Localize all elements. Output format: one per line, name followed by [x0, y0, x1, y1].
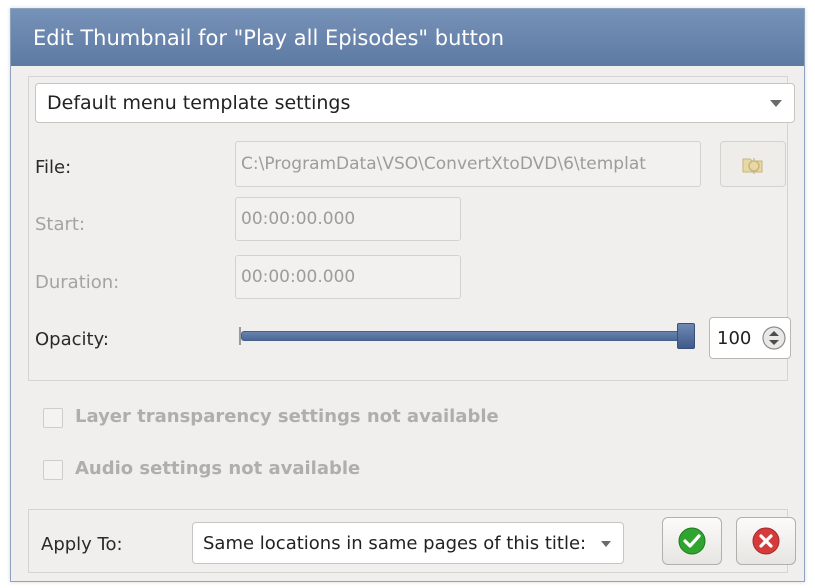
opacity-spinbox[interactable]: 100	[709, 317, 791, 359]
apply-to-select[interactable]: Same locations in same pages of this tit…	[192, 522, 624, 564]
apply-to-label: Apply To:	[41, 534, 123, 555]
audio-settings-label: Audio settings not available	[75, 458, 361, 479]
layer-transparency-label: Layer transparency settings not availabl…	[75, 406, 499, 427]
folder-browse-icon	[742, 158, 763, 174]
dialog-title: Edit Thumbnail for "Play all Episodes" b…	[11, 9, 804, 66]
template-select[interactable]: Default menu template settings	[35, 83, 795, 123]
layer-transparency-checkbox	[43, 408, 63, 428]
file-path-field: C:\ProgramData\VSO\ConvertXtoDVD\6\templ…	[235, 141, 701, 187]
duration-field: 00:00:00.000	[235, 255, 461, 299]
opacity-slider[interactable]	[241, 331, 691, 341]
chevron-down-icon	[601, 541, 611, 547]
browse-button	[720, 141, 786, 187]
edit-thumbnail-dialog: Edit Thumbnail for "Play all Episodes" b…	[10, 8, 805, 582]
template-select-value: Default menu template settings	[47, 92, 351, 114]
checkmark-icon	[678, 527, 706, 555]
file-label: File:	[35, 157, 72, 178]
chevron-down-icon	[770, 100, 782, 107]
duration-label: Duration:	[35, 272, 120, 293]
opacity-value: 100	[717, 327, 752, 349]
apply-to-value: Same locations in same pages of this tit…	[203, 532, 587, 554]
opacity-slider-handle[interactable]	[677, 323, 695, 349]
opacity-label: Opacity:	[35, 329, 109, 350]
cancel-x-icon	[752, 527, 780, 555]
spin-up-down-icon[interactable]	[761, 324, 787, 352]
audio-settings-checkbox	[43, 460, 63, 480]
cancel-button[interactable]	[736, 517, 796, 565]
start-label: Start:	[35, 214, 86, 235]
start-time-field: 00:00:00.000	[235, 197, 461, 241]
ok-button[interactable]	[662, 517, 722, 565]
